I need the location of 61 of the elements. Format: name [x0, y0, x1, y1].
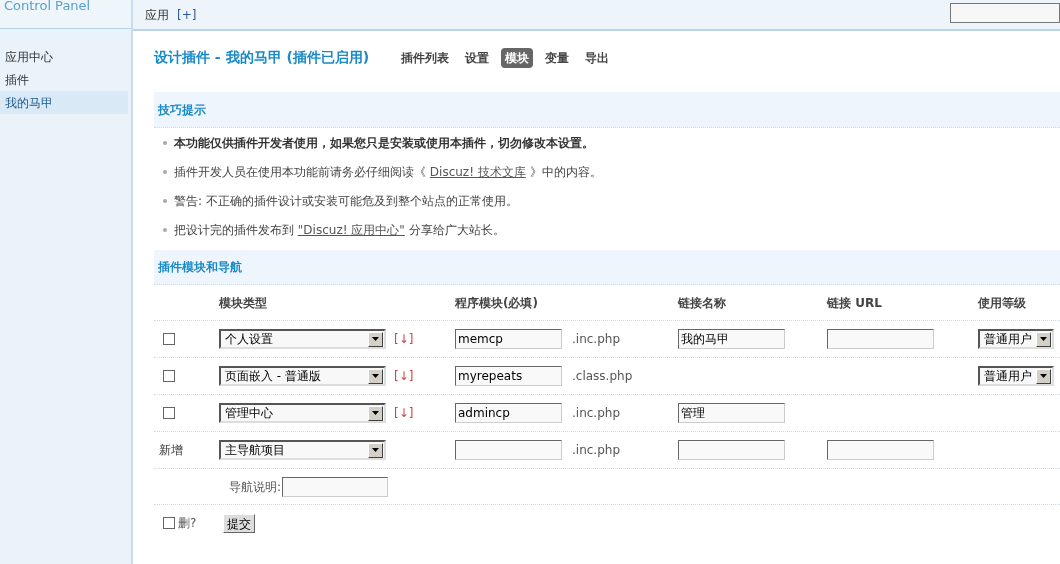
move-down-link[interactable]: [↓]: [394, 330, 414, 348]
module-field[interactable]: admincp: [455, 403, 562, 423]
page-title: 设计插件 - 我的马甲 (插件已启用): [154, 48, 370, 67]
module-type-select[interactable]: 主导航项目: [219, 440, 386, 460]
move-down-link[interactable]: [↓]: [394, 367, 414, 385]
add-link[interactable]: [+]: [177, 5, 197, 24]
module-type-select[interactable]: 个人设置: [219, 329, 386, 349]
bullet-icon: [163, 198, 167, 203]
link-url-field[interactable]: [827, 329, 934, 349]
file-suffix: .inc.php: [572, 331, 620, 348]
submit-button[interactable]: 提交: [223, 513, 255, 533]
file-suffix: .inc.php: [572, 442, 620, 459]
move-down-link[interactable]: [↓]: [394, 404, 414, 422]
sidebar-item[interactable]: 应用中心: [0, 45, 128, 68]
tip-text: 警告: 不正确的插件设计或安装可能危及到整个站点的正常使用。: [174, 192, 518, 210]
module-field[interactable]: [455, 440, 562, 460]
column-header: 链接名称: [678, 294, 727, 312]
tab[interactable]: 设置: [461, 47, 494, 68]
column-header: 使用等级: [978, 294, 1027, 312]
checkbox[interactable]: [163, 407, 175, 419]
sidebar-item[interactable]: 插件: [0, 68, 128, 91]
logo-text: Control Panel: [4, 0, 91, 12]
checkbox[interactable]: [163, 517, 175, 529]
file-suffix: .class.php: [572, 368, 633, 385]
file-suffix: .inc.php: [572, 405, 620, 422]
tip-text: 把设计完的插件发布到 "Discuz! 应用中心" 分享给广大站长。: [174, 221, 505, 239]
tab[interactable]: 变量: [541, 47, 574, 68]
module-field[interactable]: myrepeats: [455, 366, 562, 386]
tab[interactable]: 模块: [501, 47, 534, 68]
column-header: 程序模块(必填): [455, 294, 539, 312]
checkbox[interactable]: [163, 333, 175, 345]
bullet-icon: [163, 140, 167, 145]
tip-text: 插件开发人员在使用本功能前请务必仔细阅读《 Discuz! 技术文库 》中的内容。: [174, 163, 602, 181]
tab[interactable]: 导出: [581, 47, 614, 68]
level-select[interactable]: 普通用户: [978, 366, 1054, 386]
section-heading: 技巧提示: [158, 101, 206, 119]
bullet-icon: [163, 169, 167, 174]
row-label: 新增: [159, 442, 183, 459]
column-header: 链接 URL: [827, 294, 883, 312]
nav-description-field[interactable]: [282, 476, 389, 497]
section-heading: 插件模块和导航: [158, 259, 242, 276]
link[interactable]: Discuz! 技术文库: [429, 164, 526, 179]
checkbox-label: 删?: [178, 515, 198, 532]
tab[interactable]: 插件列表: [397, 47, 454, 68]
module-type-select[interactable]: 页面嵌入 - 普通版: [219, 366, 386, 386]
link-name-field[interactable]: 管理: [678, 403, 785, 423]
tip-text: 本功能仅供插件开发者使用，如果您只是安装或使用本插件，切勿修改本设置。: [174, 134, 594, 152]
module-type-select[interactable]: 管理中心: [219, 403, 386, 423]
level-select[interactable]: 普通用户: [978, 329, 1054, 349]
module-field[interactable]: memcp: [455, 329, 562, 349]
header-tab[interactable]: 应用: [145, 5, 169, 24]
column-header: 模块类型: [219, 294, 268, 312]
checkbox[interactable]: [163, 370, 175, 382]
link-name-field[interactable]: 我的马甲: [678, 329, 785, 349]
link[interactable]: "Discuz! 应用中心": [297, 222, 405, 237]
sidebar-item[interactable]: 我的马甲: [0, 91, 128, 114]
bullet-icon: [163, 227, 167, 232]
link-name-field[interactable]: [678, 440, 785, 460]
field-label: 导航说明:: [229, 478, 282, 496]
link-url-field[interactable]: [827, 440, 934, 460]
search-field[interactable]: [950, 2, 1060, 23]
